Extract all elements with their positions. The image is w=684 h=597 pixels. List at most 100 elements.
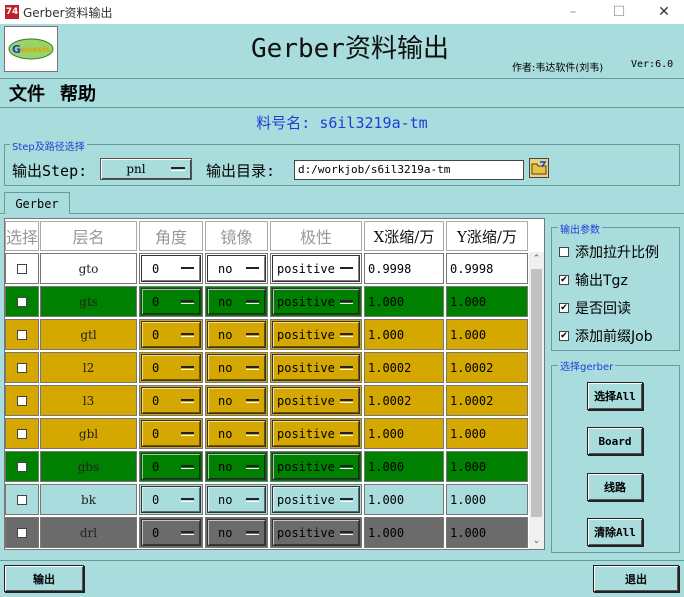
step-select[interactable]: pnl bbox=[100, 158, 192, 180]
option-label: 输出Tgz bbox=[575, 273, 628, 289]
folder-icon[interactable] bbox=[529, 158, 549, 178]
dropdown-icon bbox=[340, 497, 353, 502]
row-xscale[interactable]: 1.000 bbox=[364, 319, 444, 350]
clear-all-button[interactable]: 清除All bbox=[587, 518, 643, 546]
row-checkbox[interactable] bbox=[17, 494, 27, 505]
select-all-button[interactable]: 选择All bbox=[587, 382, 643, 410]
row-xscale[interactable]: 1.000 bbox=[364, 286, 444, 317]
row-checkbox[interactable] bbox=[17, 527, 27, 538]
row-checkbox[interactable] bbox=[17, 395, 27, 406]
row-checkbox[interactable] bbox=[17, 428, 27, 439]
row-polarity-select[interactable]: positive bbox=[272, 519, 360, 546]
row-yscale[interactable]: 1.000 bbox=[446, 286, 528, 317]
dropdown-icon bbox=[246, 398, 259, 403]
step-select-value: pnl bbox=[126, 162, 146, 176]
row-angle-select[interactable]: 0 bbox=[141, 486, 201, 513]
row-xscale[interactable]: 1.000 bbox=[364, 451, 444, 482]
row-xscale[interactable]: 1.000 bbox=[364, 418, 444, 449]
row-polarity-select[interactable]: positive bbox=[272, 321, 360, 348]
row-xscale[interactable]: 0.9998 bbox=[364, 253, 444, 284]
row-polarity-select[interactable]: positive bbox=[272, 420, 360, 447]
row-mirror-select[interactable]: no bbox=[207, 519, 266, 546]
tab-gerber[interactable]: Gerber bbox=[4, 192, 70, 214]
row-polarity-select[interactable]: positive bbox=[272, 354, 360, 381]
row-select-cell bbox=[5, 385, 39, 416]
select-gerber-legend: 选择gerber bbox=[558, 358, 616, 373]
row-xscale[interactable]: 1.0002 bbox=[364, 352, 444, 383]
row-yscale[interactable]: 1.0002 bbox=[446, 385, 528, 416]
row-polarity-select[interactable]: positive bbox=[272, 255, 360, 282]
row-mirror-select[interactable]: no bbox=[207, 387, 266, 414]
row-xscale[interactable]: 1.0002 bbox=[364, 385, 444, 416]
app-header: G enesis Gerber资料输出 作者:韦达软件(刘韦) Ver:6.0 bbox=[0, 24, 684, 76]
maximize-button[interactable]: ☐ bbox=[597, 0, 641, 24]
row-checkbox[interactable] bbox=[17, 461, 27, 472]
row-angle-select[interactable]: 0 bbox=[141, 519, 201, 546]
row-polarity-select[interactable]: positive bbox=[272, 288, 360, 315]
row-mirror-select-cell: no bbox=[205, 451, 268, 482]
scroll-down-icon[interactable]: ⌄ bbox=[529, 534, 544, 549]
row-mirror-select[interactable]: no bbox=[207, 354, 266, 381]
output-dir-input[interactable]: d:/workjob/s6il3219a-tm bbox=[294, 160, 524, 180]
row-angle-select[interactable]: 0 bbox=[141, 354, 201, 381]
row-mirror-select-value: no bbox=[218, 492, 233, 507]
option-1[interactable]: ✔ 输出Tgz bbox=[559, 270, 628, 290]
row-mirror-select-cell: no bbox=[205, 286, 268, 317]
row-yscale[interactable]: 1.000 bbox=[446, 319, 528, 350]
checkbox-checked-icon[interactable]: ✔ bbox=[559, 275, 569, 285]
row-mirror-select[interactable]: no bbox=[207, 486, 266, 513]
row-polarity-select-cell: positive bbox=[270, 385, 362, 416]
board-button[interactable]: Board bbox=[587, 427, 643, 455]
row-angle-select-cell: 0 bbox=[139, 484, 203, 515]
row-angle-select[interactable]: 0 bbox=[141, 453, 201, 480]
circuit-button[interactable]: 线路 bbox=[587, 473, 643, 501]
close-button[interactable]: ✕ bbox=[642, 0, 684, 24]
row-mirror-select[interactable]: no bbox=[207, 420, 266, 447]
row-yscale[interactable]: 1.0002 bbox=[446, 352, 528, 383]
option-0[interactable]: 添加拉升比例 bbox=[559, 242, 659, 262]
row-mirror-select[interactable]: no bbox=[207, 453, 266, 480]
table-scrollbar[interactable]: ⌃ ⌄ bbox=[529, 252, 544, 549]
row-checkbox[interactable] bbox=[17, 362, 27, 373]
row-mirror-select[interactable]: no bbox=[207, 288, 266, 315]
row-yscale[interactable]: 1.000 bbox=[446, 517, 528, 548]
scroll-thumb[interactable] bbox=[531, 269, 542, 517]
row-polarity-select[interactable]: positive bbox=[272, 453, 360, 480]
row-polarity-select[interactable]: positive bbox=[272, 387, 360, 414]
row-polarity-select-cell: positive bbox=[270, 418, 362, 449]
row-layer-name: gbs bbox=[40, 451, 137, 482]
row-xscale[interactable]: 1.000 bbox=[364, 517, 444, 548]
minimize-button[interactable]: – bbox=[551, 0, 595, 24]
row-angle-select[interactable]: 0 bbox=[141, 321, 201, 348]
row-angle-select[interactable]: 0 bbox=[141, 255, 201, 282]
row-mirror-select[interactable]: no bbox=[207, 321, 266, 348]
menu-file[interactable]: 文件 bbox=[9, 80, 45, 106]
row-checkbox[interactable] bbox=[17, 296, 27, 307]
option-3[interactable]: ✔ 添加前缀Job bbox=[559, 326, 653, 346]
tab-strip: Gerber bbox=[0, 190, 684, 214]
checkbox-icon[interactable] bbox=[559, 247, 569, 257]
option-2[interactable]: ✔ 是否回读 bbox=[559, 298, 631, 318]
row-mirror-select-value: no bbox=[218, 393, 233, 408]
row-polarity-select-value: positive bbox=[277, 426, 335, 441]
row-yscale[interactable]: 1.000 bbox=[446, 451, 528, 482]
exit-button[interactable]: 退出 bbox=[593, 565, 679, 592]
row-angle-select[interactable]: 0 bbox=[141, 420, 201, 447]
row-polarity-select[interactable]: positive bbox=[272, 486, 360, 513]
scroll-up-icon[interactable]: ⌃ bbox=[529, 252, 544, 267]
row-angle-select[interactable]: 0 bbox=[141, 288, 201, 315]
checkbox-checked-icon[interactable]: ✔ bbox=[559, 303, 569, 313]
row-mirror-select[interactable]: no bbox=[207, 255, 266, 282]
row-xscale[interactable]: 1.000 bbox=[364, 484, 444, 515]
row-yscale[interactable]: 1.000 bbox=[446, 484, 528, 515]
checkbox-checked-icon[interactable]: ✔ bbox=[559, 331, 569, 341]
row-yscale[interactable]: 0.9998 bbox=[446, 253, 528, 284]
row-angle-select-cell: 0 bbox=[139, 352, 203, 383]
row-yscale[interactable]: 1.000 bbox=[446, 418, 528, 449]
row-checkbox[interactable] bbox=[17, 263, 27, 274]
row-angle-select-value: 0 bbox=[152, 393, 160, 408]
row-checkbox[interactable] bbox=[17, 329, 27, 340]
output-button[interactable]: 输出 bbox=[4, 565, 84, 592]
menu-help[interactable]: 帮助 bbox=[60, 80, 96, 106]
row-angle-select[interactable]: 0 bbox=[141, 387, 201, 414]
